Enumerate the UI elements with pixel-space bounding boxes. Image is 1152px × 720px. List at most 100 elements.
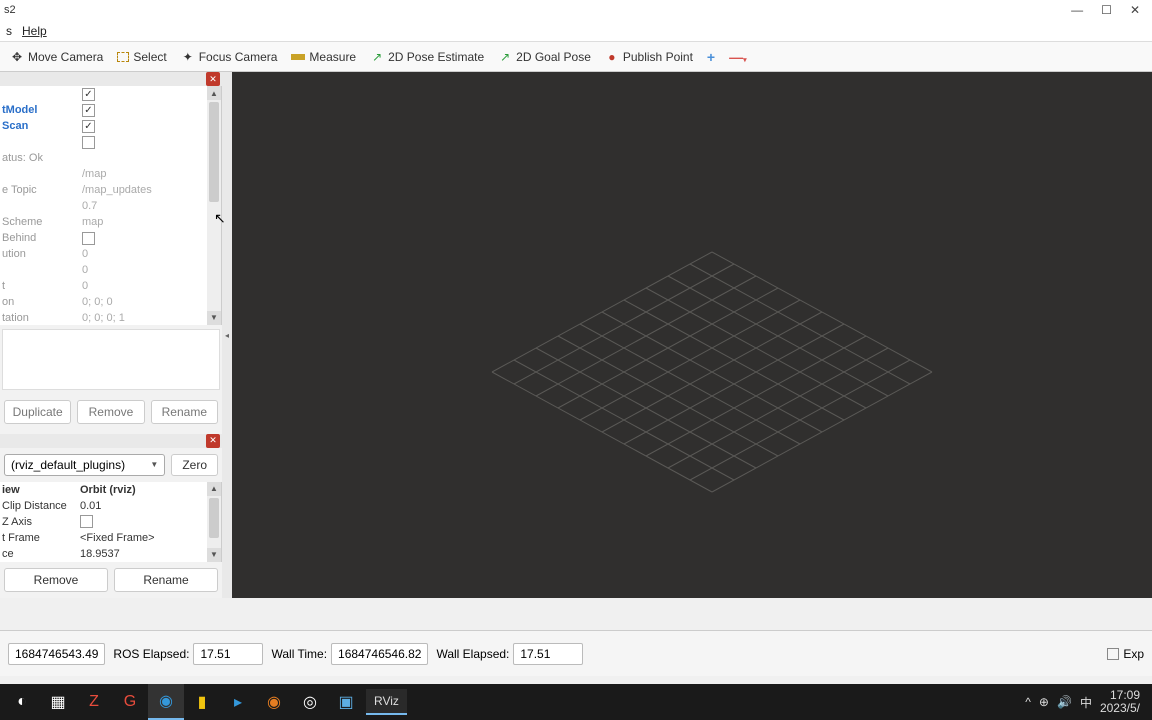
scroll-down-icon[interactable]: ▼: [207, 311, 221, 325]
tree-row[interactable]: ✓: [0, 86, 221, 102]
tree-row[interactable]: atus: Ok: [0, 150, 221, 166]
checkbox-icon[interactable]: ✓: [82, 104, 95, 117]
focus-camera-button[interactable]: ✦ Focus Camera: [181, 50, 278, 64]
views-remove-button[interactable]: Remove: [4, 568, 108, 592]
clock[interactable]: 17:09 2023/5/: [1100, 689, 1140, 715]
app-icon-2[interactable]: G: [112, 684, 148, 720]
tree-value: 0: [82, 248, 88, 260]
views-close-icon[interactable]: ✕: [206, 434, 220, 448]
publish-point-label: Publish Point: [623, 50, 693, 64]
tree-label: Scheme: [2, 216, 82, 228]
tree-row[interactable]: tation0; 0; 0; 1: [0, 310, 221, 325]
checkbox-icon[interactable]: [82, 232, 95, 245]
tree-row[interactable]: on0; 0; 0: [0, 294, 221, 310]
panel-collapse-handle[interactable]: ◂: [222, 72, 232, 598]
scroll-thumb[interactable]: [209, 102, 219, 202]
tree-row[interactable]: iewOrbit (rviz): [0, 482, 221, 498]
tree-row[interactable]: t Frame<Fixed Frame>: [0, 530, 221, 546]
move-camera-button[interactable]: ✥ Move Camera: [10, 50, 103, 64]
task-view-icon[interactable]: ▦: [40, 684, 76, 720]
tree-row[interactable]: tModel✓: [0, 102, 221, 118]
views-tree[interactable]: iewOrbit (rviz)Clip Distance0.01Z Axist …: [0, 482, 222, 562]
pose-estimate-icon: ↗: [370, 50, 384, 64]
tree-value: 0; 0; 0; 1: [82, 312, 125, 324]
select-button[interactable]: Select: [117, 50, 166, 64]
duplicate-button[interactable]: Duplicate: [4, 400, 71, 424]
view-type-combo[interactable]: (rviz_default_plugins) ▼: [4, 454, 165, 476]
displays-close-icon[interactable]: ✕: [206, 72, 220, 86]
scroll-up-icon[interactable]: ▲: [207, 86, 221, 100]
terminal-icon[interactable]: ▸: [220, 684, 256, 720]
add-tool-button[interactable]: +: [707, 49, 715, 65]
menu-help[interactable]: Help: [22, 24, 47, 38]
checkbox-icon[interactable]: ✓: [82, 88, 95, 101]
app-icon-3[interactable]: ▣: [328, 684, 364, 720]
maximize-button[interactable]: ☐: [1101, 3, 1112, 17]
remove-button[interactable]: Remove: [77, 400, 144, 424]
experimental-check[interactable]: Exp: [1107, 647, 1144, 661]
tree-row[interactable]: 0.7: [0, 198, 221, 214]
measure-icon: [291, 54, 305, 60]
start-icon[interactable]: ◐: [4, 684, 40, 720]
tree-row[interactable]: ution0: [0, 246, 221, 262]
tree-row[interactable]: t0: [0, 278, 221, 294]
firefox-icon[interactable]: ◉: [256, 684, 292, 720]
publish-point-button[interactable]: ● Publish Point: [605, 50, 693, 64]
close-button[interactable]: ✕: [1130, 3, 1140, 17]
tree-row[interactable]: Scan✓: [0, 118, 221, 134]
scroll-down-icon[interactable]: ▼: [207, 548, 221, 562]
displays-panel-header: ✕: [0, 72, 222, 86]
tree-label: Clip Distance: [2, 500, 80, 512]
measure-button[interactable]: Measure: [291, 50, 356, 64]
tree-label: on: [2, 296, 82, 308]
displays-scrollbar[interactable]: ▲ ▼: [207, 86, 221, 325]
chevron-down-icon: ▼: [150, 460, 158, 469]
edge-icon[interactable]: ◉: [148, 684, 184, 720]
tree-row[interactable]: e Topic/map_updates: [0, 182, 221, 198]
scroll-thumb[interactable]: [209, 498, 219, 538]
tree-row[interactable]: Behind: [0, 230, 221, 246]
views-rename-button[interactable]: Rename: [114, 568, 218, 592]
file-explorer-icon[interactable]: ▮: [184, 684, 220, 720]
ros-elapsed-value[interactable]: 17.51: [193, 643, 263, 665]
tree-label: t Frame: [2, 532, 80, 544]
rviz-taskbar-button[interactable]: RViz: [366, 689, 407, 715]
titlebar: s2 — ☐ ✕: [0, 0, 1152, 20]
remove-tool-button[interactable]: —▾: [729, 49, 747, 65]
tree-row[interactable]: ce18.9537: [0, 546, 221, 562]
ime-icon[interactable]: 中: [1080, 694, 1092, 711]
tree-row[interactable]: [0, 134, 221, 150]
tray-up-icon[interactable]: ^: [1025, 695, 1031, 709]
wall-elapsed-value[interactable]: 17.51: [513, 643, 583, 665]
tree-row[interactable]: Z Axis: [0, 514, 221, 530]
app-icon-1[interactable]: Z: [76, 684, 112, 720]
tree-label: tModel: [2, 104, 82, 116]
ros-time-value[interactable]: 1684746543.49: [8, 643, 105, 665]
checkbox-icon[interactable]: ✓: [82, 120, 95, 133]
scroll-up-icon[interactable]: ▲: [207, 482, 221, 496]
tree-row[interactable]: /map: [0, 166, 221, 182]
network-icon[interactable]: ⊕: [1039, 695, 1049, 709]
pose-estimate-button[interactable]: ↗ 2D Pose Estimate: [370, 50, 484, 64]
rename-button[interactable]: Rename: [151, 400, 218, 424]
displays-tree[interactable]: ✓tModel✓Scan✓atus: Ok/mape Topic/map_upd…: [0, 86, 222, 325]
checkbox-icon[interactable]: [1107, 648, 1119, 660]
views-scrollbar[interactable]: ▲ ▼: [207, 482, 221, 562]
tree-row[interactable]: Schememap: [0, 214, 221, 230]
tree-label: iew: [2, 484, 80, 496]
volume-icon[interactable]: 🔊: [1057, 695, 1072, 709]
minimize-button[interactable]: —: [1071, 3, 1083, 17]
wall-time-field: Wall Time: 1684746546.82: [271, 643, 428, 665]
tree-row[interactable]: 0: [0, 262, 221, 278]
goal-pose-button[interactable]: ↗ 2D Goal Pose: [498, 50, 591, 64]
zero-button[interactable]: Zero: [171, 454, 218, 476]
menu-panels[interactable]: s: [6, 24, 12, 38]
checkbox-icon[interactable]: [80, 515, 93, 528]
3d-viewport[interactable]: [232, 72, 1152, 598]
tree-row[interactable]: Clip Distance0.01: [0, 498, 221, 514]
checkbox-icon[interactable]: [82, 136, 95, 149]
clock-date: 2023/5/: [1100, 702, 1140, 715]
obs-icon[interactable]: ◎: [292, 684, 328, 720]
rviz-label: RViz: [374, 694, 399, 708]
wall-time-value[interactable]: 1684746546.82: [331, 643, 428, 665]
